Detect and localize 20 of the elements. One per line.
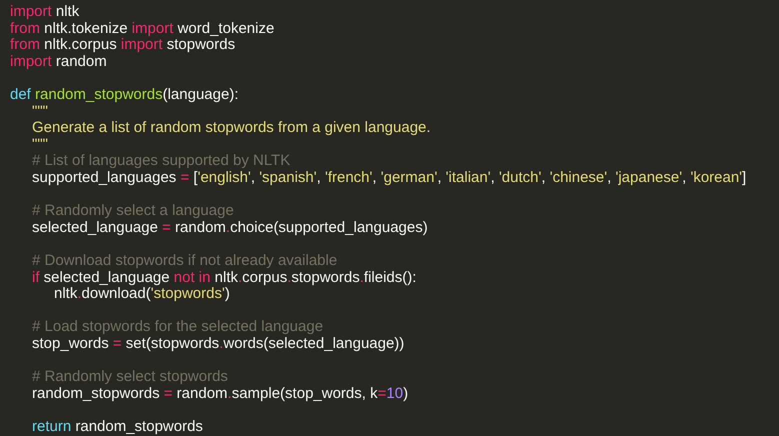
code-line: import nltk: [10, 4, 80, 21]
code-line: import random: [10, 54, 107, 70]
code-line: # Randomly select stopwords: [32, 369, 228, 386]
code-line: selected_language = random.choice(supported_languages): [32, 220, 428, 236]
code-line: random_stopwords = random.sample(stop_words, k=10): [32, 386, 408, 402]
code-line: from nltk.corpus import stopwords: [10, 37, 236, 54]
code-line: supported_languages = ['english', 'spanish', 'french', 'german', 'italian', 'dutch', 'chinese', 'japanese', 'korean']: [32, 170, 746, 187]
code-line: from nltk.tokenize import word_tokenize: [10, 20, 274, 38]
code-line: """: [32, 136, 48, 154]
code-line: nltk.download('stopwords'): [54, 286, 230, 303]
code-line: stop_words = set(stopwords.words(selected_language)): [32, 336, 404, 352]
code-line: if selected_language not in nltk.corpus.stopwords.fileids():: [32, 270, 416, 286]
code-line: def random_stopwords(language):: [10, 86, 238, 104]
code-line: Generate a list of random stopwords from a given language.: [32, 120, 431, 137]
code-line: # Download stopwords if not already available: [32, 252, 338, 270]
code-line: # List of languages supported by NLTK: [32, 153, 290, 170]
code-line: return random_stopwords: [32, 418, 203, 436]
code-line: # Load stopwords for the selected language: [32, 319, 324, 336]
code-line: # Randomly select a language: [32, 203, 234, 220]
code-line: """: [32, 104, 48, 120]
